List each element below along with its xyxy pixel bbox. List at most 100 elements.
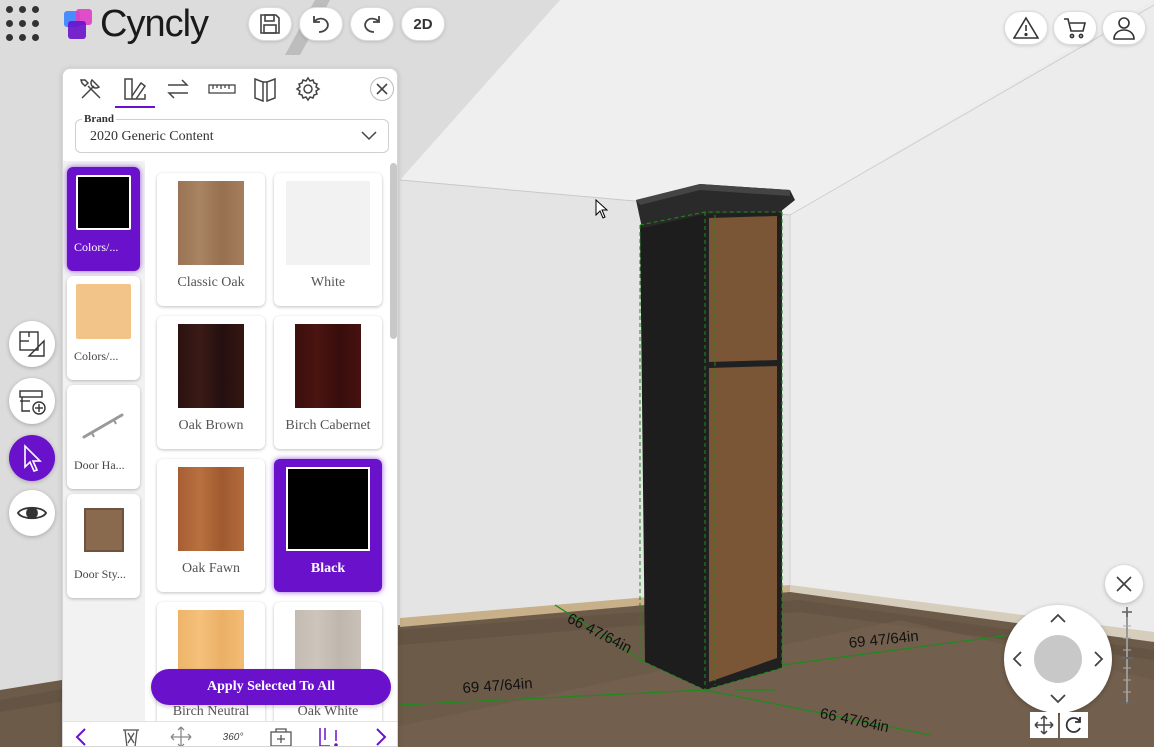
close-icon bbox=[376, 83, 388, 95]
apply-selected-to-all-button[interactable]: Apply Selected To All bbox=[151, 669, 391, 705]
swatch-label: Birch Cabernet bbox=[285, 418, 371, 433]
door-icon bbox=[254, 77, 276, 102]
chevron-down-icon bbox=[361, 131, 377, 141]
pan-right-button[interactable] bbox=[1090, 650, 1108, 668]
navigator-close-button[interactable] bbox=[1105, 565, 1143, 603]
move-button[interactable] bbox=[169, 725, 193, 746]
category-item-door-handles[interactable]: Door Ha... bbox=[67, 385, 140, 489]
tab-tools[interactable] bbox=[75, 75, 107, 103]
category-thumbnail bbox=[76, 284, 131, 339]
rotate-mode-button[interactable] bbox=[1060, 712, 1088, 738]
close-icon bbox=[1116, 576, 1132, 592]
app-logo: Cyncly bbox=[64, 4, 209, 44]
trash-icon bbox=[123, 729, 139, 746]
duplicate-icon bbox=[270, 728, 292, 746]
swatch-white[interactable]: White bbox=[274, 173, 382, 306]
chevron-up-icon bbox=[1050, 613, 1066, 623]
view-360-button[interactable]: 360° bbox=[217, 725, 249, 746]
category-label: Colors/... bbox=[74, 349, 119, 363]
mouse-cursor-icon bbox=[595, 199, 609, 219]
floorplan-button[interactable] bbox=[9, 321, 55, 367]
brand-select[interactable]: Brand 2020 Generic Content bbox=[75, 113, 389, 153]
select-button[interactable] bbox=[9, 435, 55, 481]
pan-up-button[interactable] bbox=[1049, 609, 1067, 627]
swatch-scrollbar[interactable] bbox=[390, 163, 397, 339]
next-arrow-icon bbox=[376, 728, 387, 746]
swatch-classic-oak[interactable]: Classic Oak bbox=[157, 173, 265, 306]
swatch-image bbox=[295, 324, 361, 408]
redo-button[interactable] bbox=[350, 7, 394, 41]
tab-measure[interactable] bbox=[206, 75, 238, 103]
move-icon bbox=[170, 726, 192, 746]
visibility-button[interactable] bbox=[9, 490, 55, 536]
door-handle-icon bbox=[82, 413, 124, 439]
pan-left-button[interactable] bbox=[1008, 650, 1026, 668]
camera-navigator[interactable] bbox=[1004, 605, 1112, 713]
duplicate-button[interactable] bbox=[269, 725, 293, 746]
swatch-label: Birch Neutral bbox=[172, 704, 250, 719]
view-2d-button[interactable]: 2D bbox=[401, 7, 445, 41]
add-cabinet-icon bbox=[19, 390, 46, 415]
pan-down-button[interactable] bbox=[1049, 690, 1067, 708]
next-button[interactable] bbox=[369, 725, 393, 746]
swap-icon bbox=[167, 79, 189, 99]
swatch-image bbox=[178, 324, 244, 408]
user-icon bbox=[1113, 17, 1135, 40]
tools-icon bbox=[79, 78, 101, 99]
pan-mode-button[interactable] bbox=[1030, 712, 1058, 738]
save-icon bbox=[260, 14, 280, 34]
material-panel: Brand 2020 Generic Content Colors/... Co… bbox=[62, 68, 398, 747]
swatch-birch-cabernet[interactable]: Birch Cabernet bbox=[274, 316, 382, 449]
swatch-oak-brown[interactable]: Oak Brown bbox=[157, 316, 265, 449]
swatch-label: Oak Brown bbox=[178, 418, 244, 433]
zoom-slider-marks bbox=[1121, 607, 1133, 704]
panel-footer-toolbar: 360° bbox=[63, 721, 397, 746]
tab-materials[interactable] bbox=[119, 75, 151, 103]
add-cabinet-button[interactable] bbox=[9, 378, 55, 424]
tab-settings[interactable] bbox=[292, 75, 324, 103]
swatch-label: White bbox=[310, 275, 346, 290]
category-item-colors-2[interactable]: Colors/... bbox=[67, 276, 140, 380]
measure-alert-button[interactable] bbox=[317, 725, 341, 746]
save-button[interactable] bbox=[248, 7, 292, 41]
warning-icon bbox=[1013, 16, 1039, 39]
measure-alert-icon bbox=[319, 728, 338, 746]
tab-doors[interactable] bbox=[249, 75, 281, 103]
category-list: Colors/... Colors/... Door Ha... Door St… bbox=[63, 161, 145, 721]
alerts-button[interactable] bbox=[1004, 11, 1048, 45]
category-thumbnail bbox=[76, 175, 131, 230]
grid-menu-icon[interactable] bbox=[6, 6, 42, 42]
select-cursor-icon bbox=[24, 444, 42, 472]
swatch-label: Classic Oak bbox=[177, 275, 245, 290]
tab-swap[interactable] bbox=[162, 75, 194, 103]
chevron-right-icon bbox=[1094, 651, 1104, 667]
category-item-door-styles[interactable]: Door Sty... bbox=[67, 494, 140, 598]
user-button[interactable] bbox=[1102, 11, 1146, 45]
swatch-oak-fawn[interactable]: Oak Fawn bbox=[157, 459, 265, 592]
brand-value: 2020 Generic Content bbox=[90, 129, 214, 144]
eye-icon bbox=[16, 506, 48, 520]
swatch-image bbox=[286, 181, 370, 265]
active-tab-indicator bbox=[115, 106, 155, 108]
cart-icon bbox=[1064, 18, 1087, 39]
panel-close-button[interactable] bbox=[370, 77, 394, 101]
category-thumbnail bbox=[76, 502, 131, 557]
navigator-knob[interactable] bbox=[1034, 635, 1082, 683]
materials-icon bbox=[124, 78, 147, 100]
cart-button[interactable] bbox=[1053, 11, 1097, 45]
prev-button[interactable] bbox=[69, 725, 93, 746]
undo-button[interactable] bbox=[299, 7, 343, 41]
panel-tabs bbox=[63, 69, 397, 109]
category-item-colors-1[interactable]: Colors/... bbox=[67, 167, 140, 271]
delete-button[interactable] bbox=[119, 725, 143, 746]
category-label: Door Sty... bbox=[74, 567, 126, 581]
cyncly-logo-icon bbox=[64, 9, 94, 39]
swatch-black[interactable]: Black bbox=[274, 459, 382, 592]
category-label: Door Ha... bbox=[74, 458, 125, 472]
rotate-icon bbox=[1065, 717, 1081, 733]
chevron-left-icon bbox=[1012, 651, 1022, 667]
settings-icon bbox=[295, 76, 321, 102]
move-icon bbox=[1034, 715, 1054, 735]
ruler-icon bbox=[208, 84, 236, 94]
floorplan-icon bbox=[19, 331, 45, 357]
